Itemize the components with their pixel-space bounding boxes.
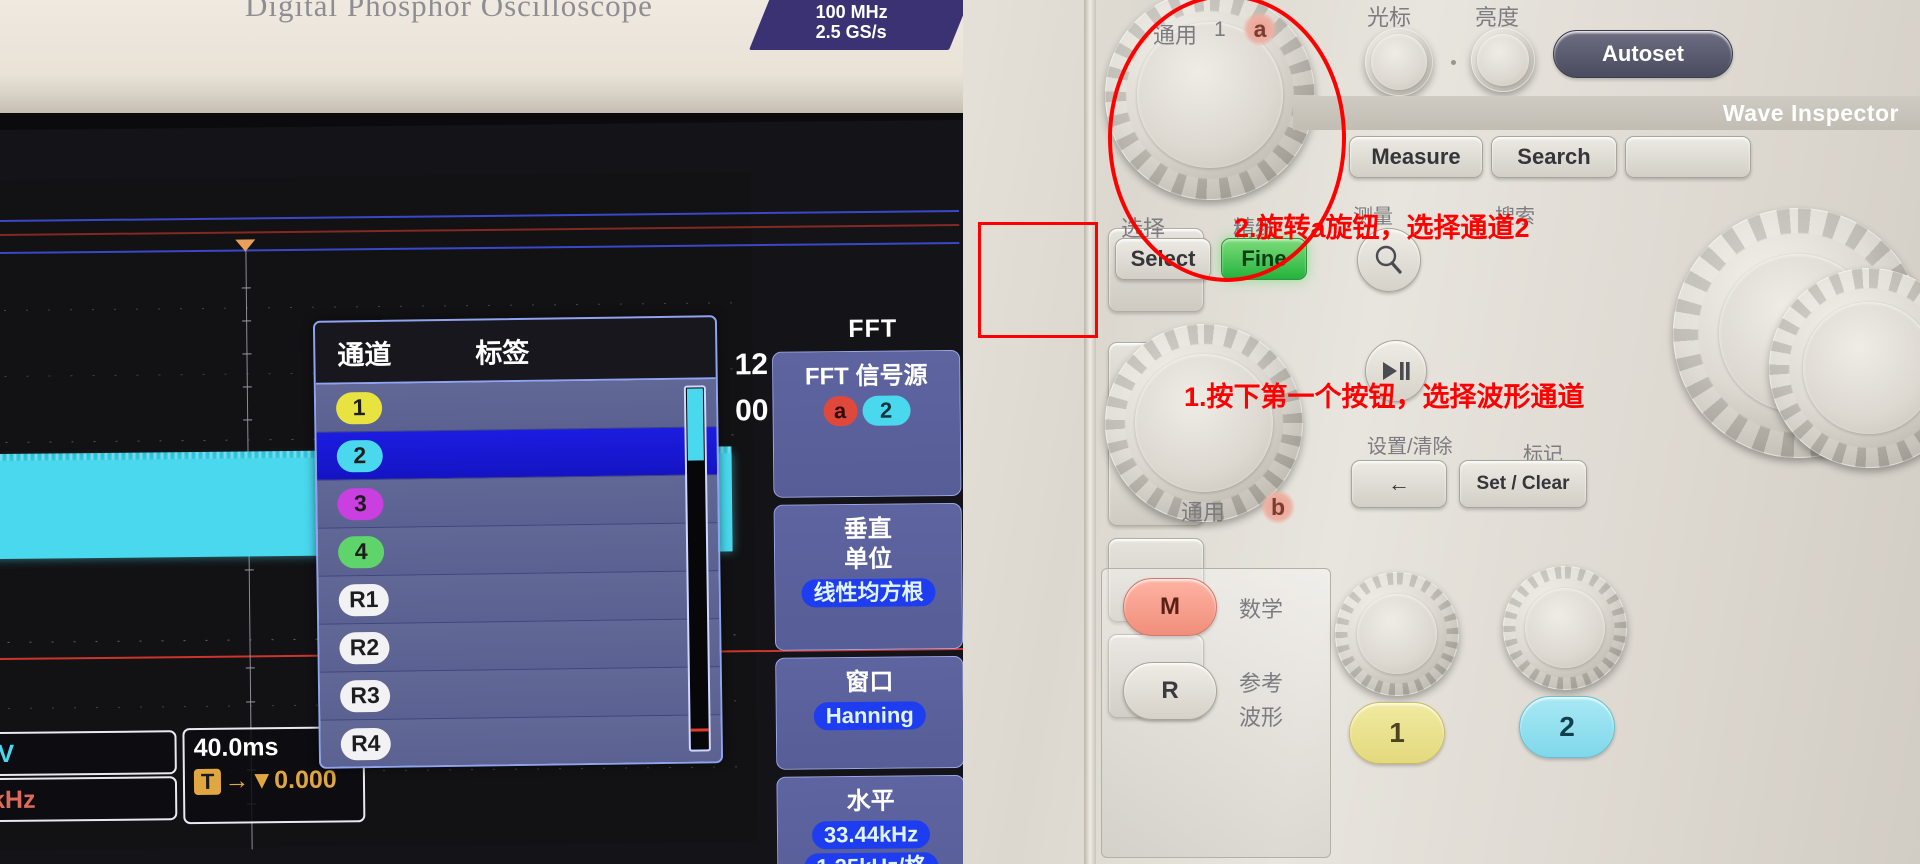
trigger-badge: T bbox=[193, 768, 222, 796]
channel-scrollbar-thumb[interactable] bbox=[686, 388, 704, 461]
channel-label-value bbox=[389, 595, 719, 600]
channel-row-2[interactable]: 2 bbox=[316, 427, 718, 481]
panel-dot bbox=[1451, 60, 1456, 65]
channel-2-button[interactable]: 2 bbox=[1519, 696, 1615, 758]
channel-label-value bbox=[390, 691, 720, 696]
panel-seam bbox=[1084, 0, 1096, 864]
fft-menu-title: FFT bbox=[848, 314, 898, 344]
label-general-b: 通用 bbox=[1181, 500, 1226, 525]
fft-vertical-value: 线性均方根 bbox=[801, 578, 936, 608]
front-panel: 通用 1 a 光标 亮度 Autoset Wave Inspector Meas… bbox=[963, 0, 1920, 864]
fft-horizontal-scale: 1.25kHz/格 bbox=[804, 852, 939, 864]
label-ref-cn-1: 参考 bbox=[1239, 671, 1284, 696]
readout-volts: 0 V bbox=[0, 730, 177, 777]
channel-label-value bbox=[389, 643, 719, 648]
label-math-cn: 数学 bbox=[1239, 597, 1284, 622]
fft-vertical-label-1: 垂直 bbox=[843, 515, 892, 544]
annotation-step-1: 1.按下第一个按钮，选择波形通道 bbox=[1184, 382, 1585, 412]
badge-bandwidth: 100 MHz bbox=[815, 2, 888, 22]
channel-chip-r4: R4 bbox=[340, 727, 392, 760]
cursor-knob[interactable] bbox=[1365, 28, 1433, 96]
channel-chip-2: 2 bbox=[336, 439, 384, 473]
annotation-step-2: 2.旋转a旋钮，选择通道2 bbox=[1234, 213, 1530, 243]
trigger-marker bbox=[235, 239, 256, 252]
fft-vertical-units-item[interactable]: 垂直 单位 线性均方根 bbox=[773, 502, 963, 651]
trigger-value: 0.000 bbox=[274, 765, 337, 795]
channel-row-3[interactable]: 3 bbox=[317, 475, 718, 529]
prev-mark-button[interactable]: ← bbox=[1351, 460, 1447, 508]
math-button[interactable]: M bbox=[1123, 578, 1217, 636]
knob-b-led: b bbox=[1261, 490, 1295, 524]
readout-frequency: 5kHz bbox=[0, 776, 178, 823]
fft-window-value: Hanning bbox=[813, 701, 926, 731]
badge-samplerate: 2.5 GS/s bbox=[815, 22, 887, 42]
channel-1-button[interactable]: 1 bbox=[1349, 702, 1445, 764]
channel-label-value bbox=[383, 451, 717, 456]
channel-chip-r1: R1 bbox=[338, 583, 390, 617]
channel-chip-r2: R2 bbox=[339, 631, 390, 665]
channel-row-r4[interactable]: R4 bbox=[320, 715, 722, 769]
fft-window-item[interactable]: 窗口 Hanning bbox=[775, 655, 963, 770]
channel-popup-header: 通道 标签 bbox=[314, 317, 716, 385]
spec-badge: 100 MHz 2.5 GS/s bbox=[749, 0, 983, 50]
search-button[interactable]: Search bbox=[1491, 136, 1617, 178]
channel-scrollbar-mark bbox=[690, 728, 709, 732]
set-clear-button[interactable]: Set / Clear bbox=[1459, 460, 1587, 508]
channel-label-value bbox=[382, 403, 716, 408]
channel-chip-r3: R3 bbox=[339, 679, 391, 712]
fft-source-item[interactable]: FFT 信号源 a 2 bbox=[771, 349, 962, 498]
label-ref-cn-2: 波形 bbox=[1239, 705, 1284, 730]
intensity-knob[interactable] bbox=[1471, 28, 1535, 92]
channel-label-value bbox=[384, 547, 718, 552]
fft-horizontal-center: 33.44kHz bbox=[811, 820, 931, 850]
annotation-rect-softkey bbox=[978, 222, 1098, 338]
channel-row-r2[interactable]: R2 bbox=[319, 619, 720, 673]
header-label: 标签 bbox=[475, 337, 530, 369]
channel-row-4[interactable]: 4 bbox=[317, 523, 719, 577]
reference-button[interactable]: R bbox=[1123, 662, 1217, 720]
channel-row-1[interactable]: 1 bbox=[315, 379, 717, 433]
label-intensity: 亮度 bbox=[1475, 5, 1520, 30]
channel-row-list[interactable]: 1 2 3 4 R1 R2 R3 R4 bbox=[315, 379, 722, 769]
fft-horizontal-label: 水平 bbox=[846, 787, 895, 816]
label-set-clear-cn: 设置/清除 bbox=[1367, 436, 1453, 458]
fft-window-label: 窗口 bbox=[845, 668, 894, 697]
channel2-scale-knob[interactable] bbox=[1503, 566, 1627, 690]
channel-row-r1[interactable]: R1 bbox=[318, 571, 720, 625]
channel-chip-3: 3 bbox=[337, 487, 384, 521]
oscilloscope-screen[interactable]: 12 00 0 V 5kHz 40.0ms T→▼0.000 胆及频率 通道 bbox=[0, 113, 963, 864]
channel-chip-1: 1 bbox=[335, 391, 383, 425]
fft-side-menu[interactable]: FFT FFT 信号源 a 2 垂直 单位 线性均方根 窗口 Hanning 水… bbox=[741, 302, 963, 864]
channel1-scale-knob[interactable] bbox=[1335, 572, 1459, 696]
label-cursor: 光标 bbox=[1367, 5, 1412, 30]
channel-row-r3[interactable]: R3 bbox=[319, 667, 721, 721]
fft-horizontal-item[interactable]: 水平 33.44kHz 1.25kHz/格 bbox=[776, 774, 963, 864]
channel-label-value bbox=[391, 739, 721, 744]
channel-label-popup[interactable]: 通道 标签 1 2 3 4 R1 R2 R3 R4 bbox=[312, 315, 724, 769]
wave-inspector-title: Wave Inspector bbox=[1293, 96, 1920, 130]
channel-label-value bbox=[383, 499, 717, 504]
fft-vertical-label-2: 单位 bbox=[844, 545, 893, 574]
knob-a-chip: a bbox=[822, 395, 858, 427]
wave-inspector-extra-button[interactable] bbox=[1625, 136, 1751, 178]
channel-2-chip: 2 bbox=[861, 395, 911, 426]
brand-text: Digital Phosphor Oscilloscope bbox=[245, 0, 653, 23]
fft-source-value: a 2 bbox=[777, 395, 955, 427]
channel-chip-4: 4 bbox=[337, 535, 385, 569]
magnifier-icon bbox=[1375, 245, 1402, 274]
header-channel: 通道 bbox=[337, 339, 392, 371]
measure-button[interactable]: Measure bbox=[1349, 136, 1483, 178]
trigger-arrow: →▼ bbox=[224, 766, 275, 795]
fft-source-label: FFT 信号源 bbox=[804, 362, 928, 391]
autoset-button[interactable]: Autoset bbox=[1553, 30, 1733, 78]
